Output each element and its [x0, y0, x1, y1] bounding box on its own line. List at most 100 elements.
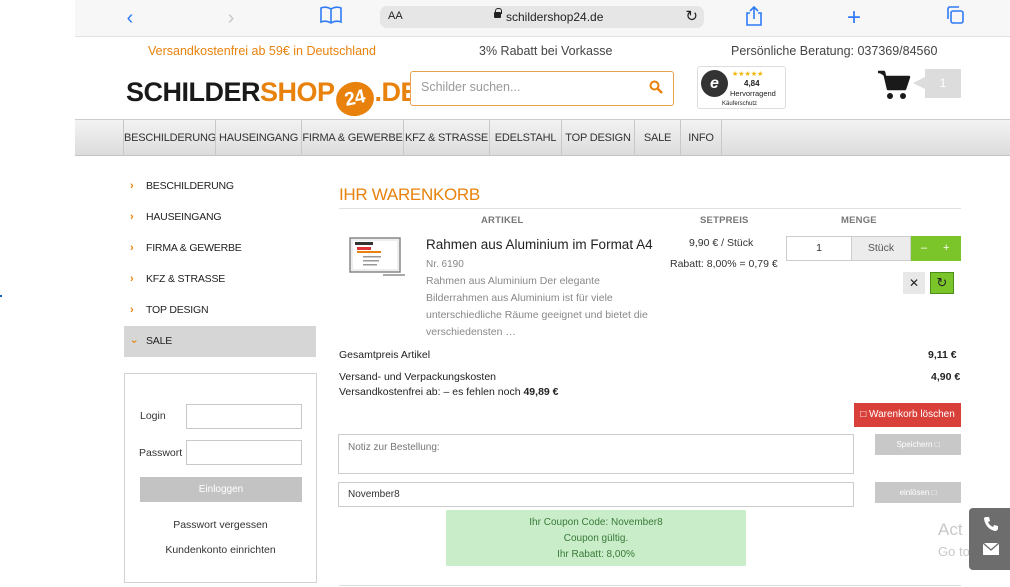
nav-item-info[interactable]: INFO [680, 120, 722, 156]
save-note-button[interactable]: Speichern □ [875, 434, 961, 455]
close-icon: ✕ [908, 276, 920, 290]
coupon-valid-text: Coupon gültig. [563, 533, 629, 544]
chevron-right-icon: › [130, 180, 134, 192]
lock-icon [494, 8, 502, 18]
stray-mark [0, 295, 2, 297]
rating-label: Hervorragend [730, 89, 776, 98]
forward-icon[interactable]: › [218, 6, 244, 30]
phone-icon[interactable] [983, 516, 999, 532]
nav-item-firma-gewerbe[interactable]: FIRMA & GEWERBE [301, 120, 403, 156]
reload-icon[interactable]: ↻ [685, 7, 698, 25]
product-name-link[interactable]: Rahmen aus Aluminium im Format A4 [426, 237, 653, 252]
discount-text: Rabatt: 8,00% = 0,79 € [670, 258, 778, 270]
sidebar-item-label: HAUSEINGANG [146, 211, 222, 223]
logo-text-1: SCHILDER [126, 77, 261, 107]
main-navigation: BESCHILDERUNG HAUSEINGANG FIRMA & GEWERB… [75, 119, 1010, 156]
sidebar-item-beschilderung[interactable]: › BESCHILDERUNG [124, 171, 316, 202]
browser-toolbar: ‹ › AA schildershop24.de ↻ + [75, 0, 1010, 37]
consulting-info: Persönliche Beratung: 037369/84560 [731, 44, 938, 58]
column-header-price: SETPREIS [700, 215, 749, 226]
sidebar-item-label: TOP DESIGN [146, 304, 209, 316]
free-shipping-text: Versandkostenfrei ab: – es fehlen noch [339, 386, 521, 398]
quantity-stepper: – + [911, 236, 961, 261]
product-description: Rahmen aus Aluminium Der elegante Bilder… [426, 275, 648, 338]
sidebar-item-top-design[interactable]: › TOP DESIGN [124, 295, 316, 326]
search-input[interactable] [421, 80, 641, 94]
sidebar-item-label: KFZ & STRASSE [146, 273, 226, 285]
sidebar-item-sale[interactable]: › SALE [124, 326, 316, 357]
address-bar[interactable]: AA schildershop24.de ↻ [380, 6, 704, 28]
unit-label: Stück [852, 236, 911, 261]
order-note-textarea[interactable] [338, 434, 854, 474]
nav-item-hauseingang[interactable]: HAUSEINGANG [215, 120, 301, 156]
clear-cart-button[interactable]: □ Warenkorb löschen [854, 403, 961, 427]
create-account-link[interactable]: Kundenkonto einrichten [125, 544, 316, 556]
login-label: Login [140, 410, 166, 422]
sidebar-item-label: SALE [146, 335, 173, 347]
product-thumbnail[interactable] [349, 237, 407, 279]
chevron-right-icon: › [130, 211, 134, 223]
increase-quantity-button[interactable]: + [943, 236, 949, 261]
redeem-coupon-button[interactable]: einlösen □ [875, 482, 961, 503]
cart-count-badge[interactable]: 1 [913, 69, 961, 98]
refresh-button[interactable]: ↻ [930, 272, 954, 294]
decrease-quantity-button[interactable]: – [921, 236, 927, 261]
sidebar-item-kfz-strasse[interactable]: › KFZ & STRASSE [124, 264, 316, 295]
activate-windows-subtext: Go to [938, 544, 970, 559]
quantity-input[interactable]: 1 [786, 236, 852, 261]
tabs-icon[interactable] [942, 6, 968, 30]
logo-badge: 24 [332, 78, 377, 120]
search-icon[interactable] [649, 80, 663, 94]
url-text: schildershop24.de [506, 10, 604, 24]
nav-item-beschilderung[interactable]: BESCHILDERUNG [123, 120, 216, 156]
product-number: Nr. 6190 [426, 259, 464, 270]
login-field[interactable] [186, 404, 302, 429]
forgot-password-link[interactable]: Passwort vergessen [125, 519, 316, 531]
login-button[interactable]: Einloggen [140, 477, 302, 502]
new-tab-icon[interactable]: + [841, 6, 867, 30]
unit-price: 9,90 € / Stück [689, 237, 754, 249]
back-icon[interactable]: ‹ [117, 6, 143, 30]
coupon-discount-text: Ihr Rabatt: 8,00% [557, 549, 635, 560]
refresh-icon: ↻ [936, 275, 948, 290]
nav-item-top-design[interactable]: TOP DESIGN [561, 120, 634, 156]
coupon-input[interactable]: November8 [338, 482, 854, 507]
chevron-right-icon: › [130, 242, 134, 254]
coupon-code-text: Ihr Coupon Code: November8 [529, 517, 663, 528]
nav-item-kfz-strasse[interactable]: KFZ & STRASSE [403, 120, 489, 156]
login-box: Login Passwort Einloggen Passwort verges… [124, 373, 317, 583]
divider [339, 585, 961, 586]
share-icon[interactable] [741, 5, 767, 30]
chevron-right-icon: › [130, 273, 134, 285]
search-box [410, 71, 674, 106]
trusted-shops-badge[interactable]: e ★★★★★ 4,84 Hervorragend Käuferschutz [697, 66, 786, 109]
contact-widget[interactable] [969, 508, 1010, 570]
shipping-value: 4,90 € [931, 371, 961, 383]
logo-text-2: SHOP [260, 77, 335, 107]
remove-item-button[interactable]: ✕ [903, 272, 925, 294]
sidebar-item-hauseingang[interactable]: › HAUSEINGANG [124, 202, 316, 233]
cart-icon[interactable] [877, 69, 911, 101]
site-logo[interactable]: SCHILDERSHOP 24 .DE [126, 76, 419, 120]
mail-icon[interactable] [983, 543, 999, 555]
bookmarks-icon[interactable] [318, 6, 344, 30]
rating-score: 4,84 [744, 79, 760, 88]
column-header-article: ARTIKEL [481, 215, 524, 226]
sidebar-item-firma-gewerbe[interactable]: › FIRMA & GEWERBE [124, 233, 316, 264]
rating-stars: ★★★★★ [732, 71, 764, 78]
password-field[interactable] [186, 440, 302, 465]
trusted-shops-logo-icon: e [701, 70, 728, 97]
text-size-button[interactable]: AA [388, 10, 403, 22]
shipping-label: Versand- und Verpackungskosten [339, 371, 497, 383]
divider [339, 208, 961, 209]
sidebar-item-label: FIRMA & GEWERBE [146, 242, 242, 254]
free-shipping-info: Versandkostenfrei ab: – es fehlen noch 4… [339, 386, 559, 398]
total-value: 9,11 € [928, 349, 957, 361]
discount-info: 3% Rabatt bei Vorkasse [479, 44, 613, 58]
activate-windows-watermark: Act [938, 520, 963, 539]
nav-item-sale[interactable]: SALE [634, 120, 680, 156]
chevron-down-icon: › [128, 339, 141, 344]
column-header-quantity: MENGE [841, 215, 877, 226]
nav-item-edelstahl[interactable]: EDELSTAHL [489, 120, 561, 156]
shipping-info: Versandkostenfrei ab 59€ in Deutschland [148, 44, 376, 58]
